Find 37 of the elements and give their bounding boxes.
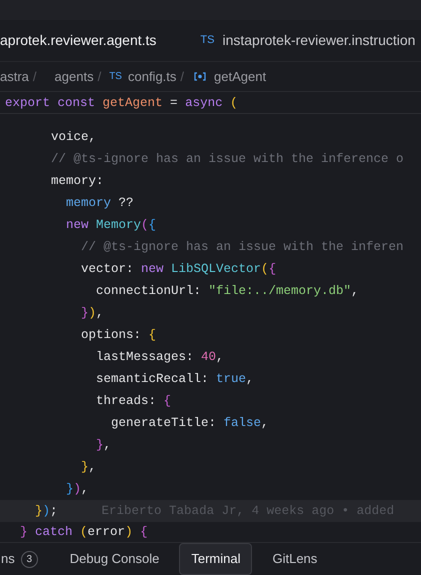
panel-tab[interactable]: GitLens <box>260 543 330 575</box>
code-line: vector: new LibSQLVector({ <box>80 260 276 278</box>
code-line: generateTitle: false, <box>110 414 269 432</box>
code-line: new Memory({ <box>65 216 156 234</box>
editor-tab[interactable]: aprotek.reviewer.agent.ts <box>0 30 156 51</box>
editor-tab[interactable]: TS instaprotek-reviewer.instruction <box>200 30 416 51</box>
breadcrumb-separator: / <box>98 68 102 86</box>
code-line: }); <box>35 502 58 520</box>
code-line: connectionUrl: "file:../memory.db", <box>95 282 359 300</box>
code-line: options: { <box>80 326 156 344</box>
code-line: }, <box>95 436 112 454</box>
breadcrumb-separator: / <box>32 68 37 86</box>
typescript-icon: TS <box>109 69 122 84</box>
count-badge: 3 <box>20 550 38 568</box>
breadcrumb-separator: / <box>180 68 184 86</box>
typescript-icon: TS <box>200 32 214 49</box>
code-line: lastMessages: 40, <box>95 348 224 366</box>
breadcrumb-item[interactable]: config.ts <box>128 66 176 86</box>
code-line: }, <box>80 458 96 476</box>
panel-tab[interactable]: Terminal <box>179 543 252 575</box>
code-line: memory: <box>51 172 104 190</box>
code-line: // @ts-ignore has an issue with the inferen <box>80 238 404 256</box>
code-line: } catch (error) { <box>19 524 149 541</box>
code-line: memory ?? <box>65 194 134 212</box>
code-line: }), <box>80 304 104 322</box>
breadcrumb-item[interactable]: getAgent <box>214 66 266 86</box>
breadcrumb-item[interactable]: agents <box>54 66 94 86</box>
code-line: semanticRecall: true, <box>95 370 254 388</box>
panel-tab[interactable]: Debug Console <box>58 543 172 575</box>
breadcrumb-item[interactable]: astra <box>0 66 29 86</box>
code-line: }), <box>65 480 89 498</box>
code-line: export const getAgent = async ( <box>0 92 421 114</box>
code-line: threads: { <box>95 392 172 410</box>
code-line: voice, <box>51 128 96 146</box>
code-line: // @ts-ignore has an issue with the inference o <box>51 150 404 168</box>
symbol-icon <box>194 72 206 81</box>
panel-tab[interactable]: ns 3 <box>0 543 50 575</box>
